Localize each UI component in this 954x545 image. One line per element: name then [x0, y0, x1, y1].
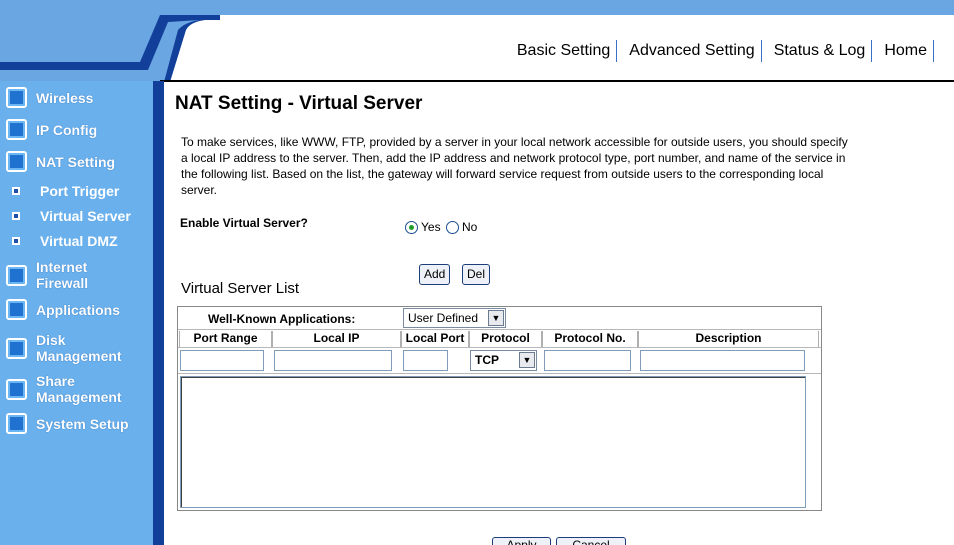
page-title: NAT Setting - Virtual Server — [175, 93, 423, 114]
sidebar-item-ip-config[interactable]: IP Config — [6, 119, 97, 140]
bullet-icon — [12, 212, 20, 220]
square-icon — [6, 119, 27, 140]
column-header-port-range: Port Range — [179, 331, 272, 347]
sidebar-item-label: Share Management — [36, 373, 122, 405]
column-header-description: Description — [638, 331, 819, 347]
sidebar-item-wireless[interactable]: Wireless — [6, 87, 93, 108]
sidebar-item-applications[interactable]: Applications — [6, 299, 120, 320]
column-header-local-port: Local Port — [401, 331, 469, 347]
nav-status-log[interactable]: Status & Log — [762, 40, 873, 62]
del-button[interactable]: Del — [462, 264, 491, 285]
sidebar-edge — [153, 81, 164, 545]
top-navigation: Basic Setting Advanced Setting Status & … — [517, 40, 934, 62]
apply-button[interactable]: Apply — [492, 537, 551, 545]
sidebar-item-label: Internet Firewall — [36, 259, 89, 291]
sidebar-item-label: NAT Setting — [36, 153, 116, 170]
nav-advanced-setting[interactable]: Advanced Setting — [617, 40, 762, 62]
sidebar-subitem-virtual-dmz[interactable]: Virtual DMZ — [12, 233, 118, 249]
enable-yes-radio[interactable]: Yes — [405, 220, 441, 234]
sidebar-item-internet-firewall[interactable]: Internet Firewall — [6, 259, 88, 291]
nav-home[interactable]: Home — [872, 40, 934, 62]
square-icon — [6, 413, 27, 434]
sidebar-item-system-setup[interactable]: System Setup — [6, 413, 129, 434]
sidebar-item-label: Wireless — [36, 89, 94, 106]
virtual-server-listbox[interactable] — [180, 376, 806, 508]
cancel-button[interactable]: Cancel — [556, 537, 626, 545]
column-header-protocol: Protocol — [469, 331, 542, 347]
sidebar-item-share-management[interactable]: Share Management — [6, 373, 122, 405]
sidebar-item-label: Applications — [36, 301, 121, 318]
radio-checked-icon — [405, 220, 418, 234]
sidebar-subitem-label: Virtual Server — [40, 208, 131, 224]
add-button[interactable]: Add — [419, 264, 451, 285]
square-icon — [6, 337, 27, 359]
table-divider — [178, 373, 821, 374]
protocol-value: TCP — [475, 353, 499, 367]
square-icon — [6, 151, 27, 172]
sidebar-item-label: Disk Management — [36, 332, 122, 364]
port-range-input[interactable] — [180, 350, 264, 371]
well-known-applications-label: Well-Known Applications: — [208, 312, 356, 326]
nav-basic-setting[interactable]: Basic Setting — [517, 40, 618, 62]
protocol-no-input[interactable] — [544, 350, 631, 371]
enable-no-radio[interactable]: No — [446, 220, 477, 234]
sidebar-subitem-label: Virtual DMZ — [40, 233, 118, 249]
sidebar-subitem-port-trigger[interactable]: Port Trigger — [12, 183, 119, 199]
local-ip-input[interactable] — [274, 350, 392, 371]
header-divider — [160, 80, 954, 82]
chevron-down-icon: ▼ — [488, 310, 504, 326]
well-known-applications-value: User Defined — [408, 311, 479, 325]
enable-virtual-server-label: Enable Virtual Server? — [180, 216, 308, 230]
sidebar-item-label: System Setup — [36, 415, 129, 432]
well-known-applications-select[interactable]: User Defined ▼ — [403, 308, 506, 328]
intro-text: To make services, like WWW, FTP, provide… — [181, 135, 848, 197]
square-icon — [6, 264, 27, 286]
square-icon — [6, 299, 27, 320]
sidebar-subitem-label: Port Trigger — [40, 183, 120, 199]
radio-unchecked-icon — [446, 220, 459, 234]
table-divider — [178, 329, 821, 330]
bullet-icon — [12, 187, 20, 195]
sidebar-subitem-virtual-server[interactable]: Virtual Server — [12, 208, 131, 224]
local-port-input[interactable] — [403, 350, 448, 371]
column-header-protocol-no: Protocol No. — [542, 331, 638, 347]
sidebar-item-disk-management[interactable]: Disk Management — [6, 332, 122, 364]
protocol-select[interactable]: TCP ▼ — [470, 350, 537, 371]
square-icon — [6, 378, 27, 400]
sidebar-item-label: IP Config — [36, 121, 98, 138]
bullet-icon — [12, 237, 20, 245]
sidebar-item-nat-setting[interactable]: NAT Setting — [6, 151, 115, 172]
description-input[interactable] — [640, 350, 805, 371]
square-icon — [6, 87, 27, 108]
virtual-server-list-title: Virtual Server List — [181, 280, 300, 297]
radio-yes-label: Yes — [421, 220, 441, 234]
banner-curve-shape — [0, 15, 220, 82]
radio-no-label: No — [462, 220, 478, 234]
table-divider — [178, 347, 821, 348]
chevron-down-icon: ▼ — [519, 352, 535, 368]
column-header-local-ip: Local IP — [272, 331, 401, 347]
